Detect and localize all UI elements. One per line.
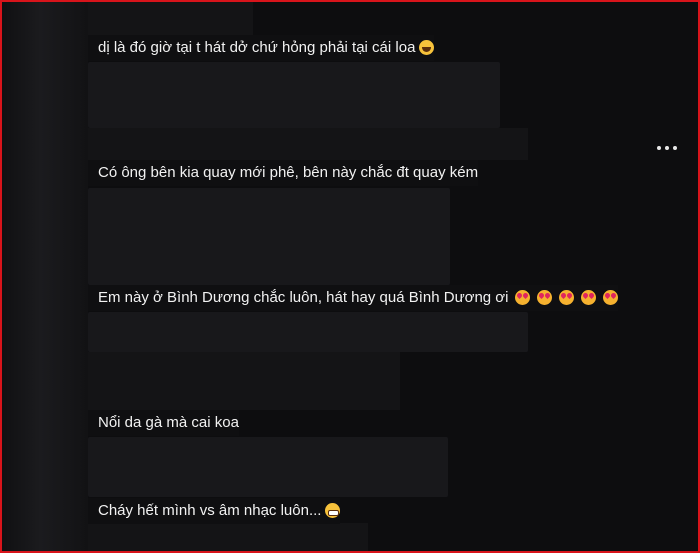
more-options-button[interactable] xyxy=(652,136,682,160)
blurred-username xyxy=(88,523,368,551)
smiling-face-with-hearts-icon xyxy=(537,290,553,305)
comment-4: Nổi da gà mà cai koa xyxy=(88,410,239,436)
blurred-username xyxy=(88,128,528,160)
blurred-avatar-column xyxy=(2,2,88,551)
blurred-username xyxy=(88,2,253,36)
comment-text: Em này ở Bình Dương chắc luôn, hát hay q… xyxy=(98,289,509,306)
more-horizontal-icon xyxy=(665,146,669,150)
smiling-face-with-hearts-icon xyxy=(515,290,531,305)
laughing-emoji-icon xyxy=(419,40,435,55)
comment-3: Em này ở Bình Dương chắc luôn, hát hay q… xyxy=(88,285,619,311)
smiling-face-with-hearts-icon xyxy=(603,290,619,305)
comment-5: Cháy hết mình vs âm nhạc luôn... xyxy=(88,498,341,524)
blurred-comment-area xyxy=(88,62,500,128)
smiling-face-with-hearts-icon xyxy=(559,290,575,305)
comment-text: dị là đó giờ tại t hát dở chứ hỏng phải … xyxy=(98,39,416,56)
comment-text: Nổi da gà mà cai koa xyxy=(98,414,239,431)
comment-text: Cháy hết mình vs âm nhạc luôn... xyxy=(98,502,322,519)
comment-text: Có ông bên kia quay mới phê, bên này chắ… xyxy=(98,164,479,181)
more-horizontal-icon xyxy=(657,146,661,150)
more-horizontal-icon xyxy=(673,146,677,150)
smiling-face-with-hearts-icon xyxy=(581,290,597,305)
blurred-comment-area xyxy=(88,188,450,285)
comment-2: Có ông bên kia quay mới phê, bên này chắ… xyxy=(88,160,479,186)
grinning-emoji-icon xyxy=(325,503,341,518)
blurred-comment-area xyxy=(88,312,528,352)
blurred-username xyxy=(88,352,400,410)
blurred-comment-area xyxy=(88,437,448,497)
comment-1: dị là đó giờ tại t hát dở chứ hỏng phải … xyxy=(88,35,435,61)
